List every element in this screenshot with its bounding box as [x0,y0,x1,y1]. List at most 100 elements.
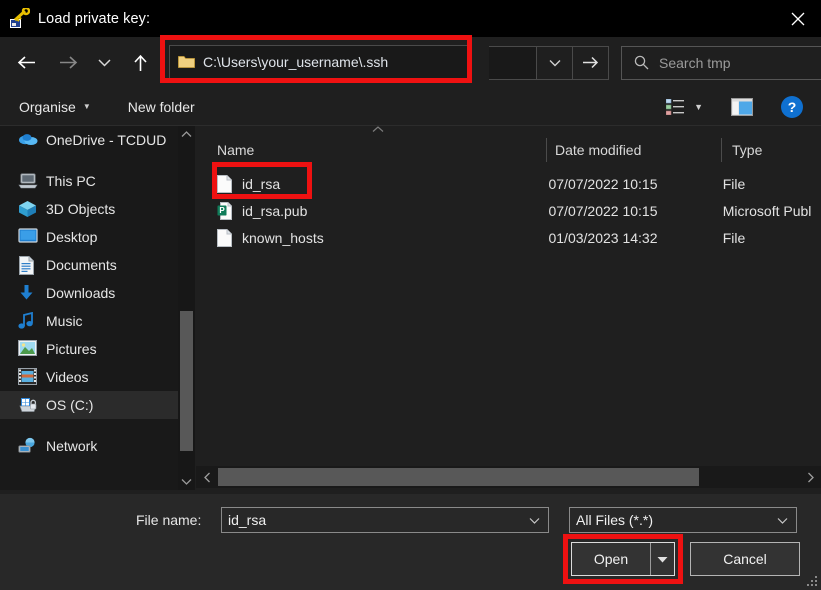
sidebar-scrollbar[interactable] [178,126,195,490]
file-name-text: id_rsa.pub [242,202,308,219]
scroll-left-icon[interactable] [196,466,218,488]
search-placeholder-text: Search tmp [659,54,731,71]
open-button[interactable]: Open [571,542,675,576]
file-name-text: id_rsa [242,175,281,192]
cancel-button[interactable]: Cancel [690,542,800,576]
resize-grip[interactable] [805,574,818,587]
sidebar-item-music[interactable]: Music [0,307,178,335]
sidebar-item-network[interactable]: Network [0,432,178,460]
documents-icon [18,256,38,275]
sidebar-item-this-pc[interactable]: This PC [0,167,178,195]
sidebar-item-documents[interactable]: Documents [0,251,178,279]
address-bar-extension[interactable] [489,45,537,80]
preview-pane-icon[interactable] [731,97,753,116]
file-icon [217,228,232,247]
arrow-left-icon[interactable] [11,46,41,80]
file-type-cell: Microsoft Publ [722,202,812,219]
sidebar-separator [0,419,178,432]
file-rows: id_rsa 07/07/2022 10:15 File Pid_rsa.pub 07/… [196,170,821,251]
table-row[interactable]: id_rsa 07/07/2022 10:15 File [196,170,821,197]
onedrive-icon [18,131,38,149]
sidebar-item-desktop[interactable]: Desktop [0,223,178,251]
address-path-text: C:\Users\your_username\.ssh [203,53,389,70]
column-header-name[interactable]: Name [196,142,546,158]
open-button-label: Open [593,551,629,567]
sidebar-item-label: This PC [46,173,96,189]
table-row[interactable]: known_hosts 01/03/2023 14:32 File [196,224,821,251]
sidebar-scroll-thumb[interactable] [180,311,193,451]
open-dropdown-arrow[interactable] [650,543,674,575]
arrow-up-icon[interactable] [125,46,155,80]
file-name-label: File name: [136,512,202,528]
window-title: Load private key: [38,10,151,27]
list-view-icon[interactable] [666,98,685,115]
column-header-date-modified[interactable]: Date modified [546,138,721,162]
chevron-down-icon[interactable]: ▼ [694,102,703,112]
address-bar[interactable]: C:\Users\your_username\.ssh [169,44,471,79]
sidebar-item-3d-objects[interactable]: 3D Objects [0,195,178,223]
scroll-up-icon[interactable] [178,126,195,143]
sidebar-item-label: OneDrive - TCDUD [46,132,167,148]
file-type-select[interactable]: All Files (*.*) [569,507,797,533]
desktop-icon [18,228,38,246]
sidebar-item-os-c[interactable]: OS (C:) [0,391,178,419]
search-input[interactable]: Search tmp [621,45,821,80]
command-toolbar: Organise ▼ New folder ▼ ? [0,88,821,126]
sidebar-item-pictures[interactable]: Pictures [0,335,178,363]
sidebar-item-label: Desktop [46,229,98,245]
address-bar-wrapper: C:\Users\your_username\.ssh [160,34,489,83]
file-type-cell: File [722,175,746,192]
file-name-value: id_rsa [228,512,267,528]
file-name-input[interactable]: id_rsa [221,507,549,533]
sidebar-item-videos[interactable]: Videos [0,363,178,391]
scroll-down-icon[interactable] [178,473,195,490]
column-header-type[interactable]: Type [721,138,821,162]
navigation-sidebar[interactable]: OneDrive - TCDUD This PC 3D Objects Desktop… [0,126,178,490]
help-button[interactable]: ? [781,95,803,118]
this-pc-icon [18,172,38,190]
search-icon [634,55,649,70]
music-icon [18,312,38,330]
sidebar-separator [0,154,178,167]
arrow-right-icon[interactable] [573,45,609,80]
horizontal-scrollbar[interactable] [196,466,821,488]
sidebar-item-onedrive-tcdud[interactable]: OneDrive - TCDUD [0,126,178,154]
chevron-down-icon[interactable] [537,45,573,80]
sidebar-item-label: OS (C:) [46,397,94,413]
new-folder-button[interactable]: New folder [128,99,195,115]
file-open-dialog: Load private key: C:\Users\your_username… [0,0,821,590]
file-name-cell: known_hosts [196,228,540,247]
close-button[interactable] [774,0,821,37]
chevron-down-icon[interactable] [529,517,540,524]
file-list-pane: Name Date modified Type id_rsa 07/07/2022… [196,126,821,466]
arrow-right-icon[interactable] [53,46,83,80]
file-type-cell: File [722,229,746,246]
file-date-cell: 07/07/2022 10:15 [548,175,658,192]
file-name-cell: id_rsa [196,174,540,193]
drive-icon [18,396,38,414]
svg-text:P: P [219,206,225,215]
sidebar-item-label: Music [46,313,83,329]
column-headers: Name Date modified Type [196,135,821,165]
file-name-cell: Pid_rsa.pub [196,201,540,220]
3d-objects-icon [18,200,38,218]
table-row[interactable]: Pid_rsa.pub 07/07/2022 10:15 Microsoft Pub… [196,197,821,224]
sidebar-item-label: Videos [46,369,89,385]
file-date-cell: 01/03/2023 14:32 [548,229,658,246]
videos-icon [18,368,38,386]
sidebar-item-downloads[interactable]: Downloads [0,279,178,307]
title-bar: Load private key: [0,0,821,37]
file-type-value: All Files (*.*) [576,512,654,528]
organise-button[interactable]: Organise ▼ [19,99,91,115]
scroll-right-icon[interactable] [799,466,821,488]
file-name-text: known_hosts [242,229,324,246]
horizontal-scroll-thumb[interactable] [218,468,699,486]
sidebar-item-label: Downloads [46,285,116,301]
chevron-down-icon: ▼ [82,102,91,111]
chevron-down-icon[interactable] [93,46,115,80]
sidebar-item-label: Network [46,438,98,454]
chevron-down-icon[interactable] [777,517,788,524]
navigation-bar: C:\Users\your_username\.ssh Search tmp [0,34,821,88]
publisher-file-icon: P [217,201,232,220]
organise-label: Organise [19,98,76,115]
